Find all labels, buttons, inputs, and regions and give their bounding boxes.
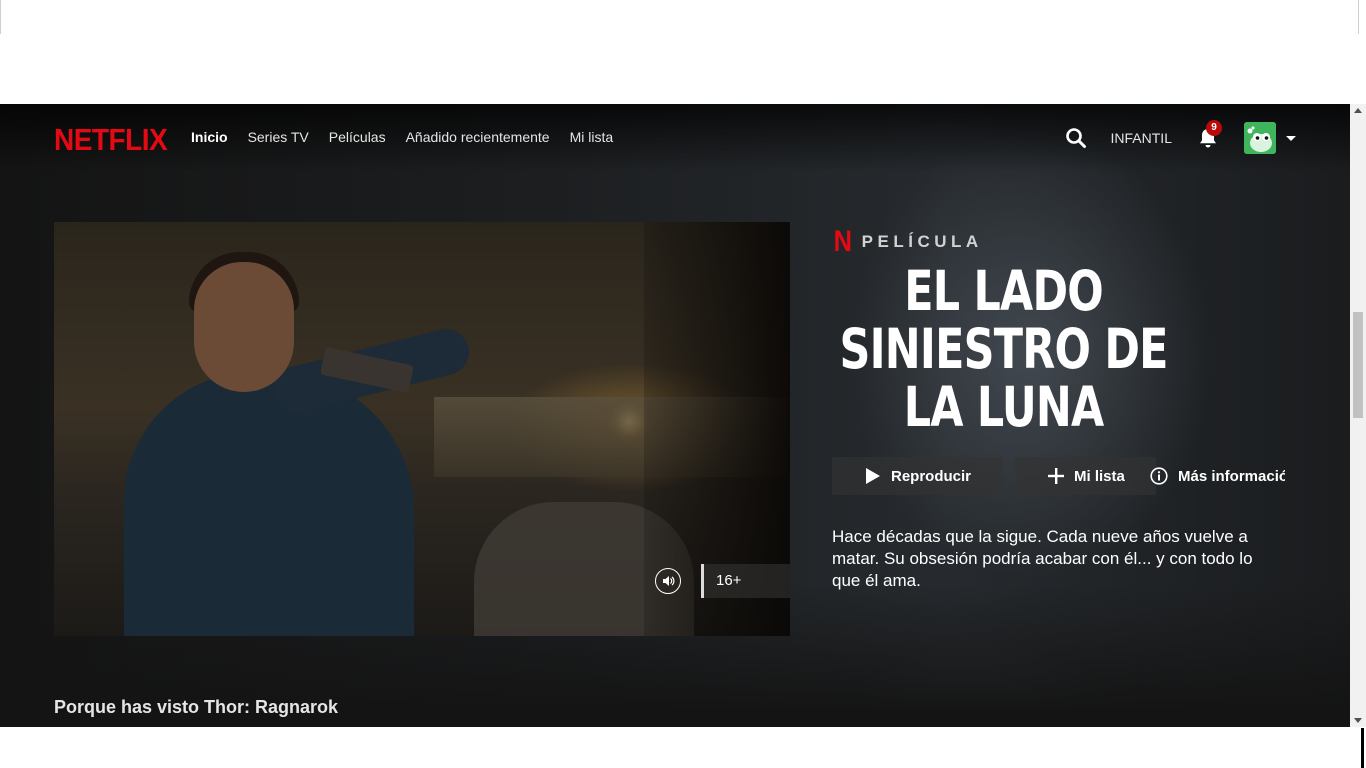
title-line-3: LA LUNA — [903, 375, 1105, 439]
scroll-down-arrow-icon[interactable] — [1354, 718, 1362, 723]
nav-link-mi-lista[interactable]: Mi lista — [570, 129, 614, 145]
nav-link-anadido-recientemente[interactable]: Añadido recientemente — [406, 129, 550, 145]
hero-info: N PELÍCULA EL LADO SINIESTRO DE LA LUNA … — [832, 222, 1292, 590]
play-button-label: Reproducir — [891, 467, 972, 485]
title-logo: EL LADO SINIESTRO DE LA LUNA — [832, 262, 1175, 436]
scroll-thumb[interactable] — [1353, 312, 1363, 418]
synopsis: Hace décadas que la sigue. Cada nueve añ… — [832, 527, 1253, 590]
info-icon — [1150, 467, 1168, 485]
scroll-up-arrow-icon[interactable] — [1354, 108, 1362, 113]
nav-link-inicio[interactable]: Inicio — [191, 129, 228, 145]
search-icon[interactable] — [1065, 127, 1087, 149]
primary-nav: Inicio Series TV Películas Añadido recie… — [191, 129, 613, 145]
netflix-n-logo: N — [833, 225, 853, 258]
mute-button[interactable] — [655, 568, 681, 594]
scene-figure-body — [124, 372, 414, 636]
top-navbar: NETFLIX Inicio Series TV Películas Añadi… — [0, 104, 1350, 172]
browser-top-area — [0, 0, 1366, 104]
notification-badge: 9 — [1206, 120, 1222, 136]
avatar[interactable] — [1244, 122, 1276, 154]
notifications-button[interactable]: 9 — [1196, 120, 1222, 150]
play-icon — [865, 467, 881, 485]
nav-link-peliculas[interactable]: Películas — [329, 129, 386, 145]
kids-link[interactable]: INFANTIL — [1111, 130, 1172, 146]
netflix-logo[interactable]: NETFLIX — [54, 122, 168, 157]
hero-buttons: Reproducir Mi lista Más información — [832, 457, 1285, 495]
nav-link-series-tv[interactable]: Series TV — [248, 129, 309, 145]
maturity-rating: 16+ — [701, 564, 790, 598]
page-scrollbar[interactable] — [1350, 104, 1366, 727]
row-title[interactable]: Porque has visto Thor: Ragnarok — [54, 697, 338, 718]
plus-icon — [1048, 468, 1064, 484]
caret-down-icon[interactable] — [1286, 135, 1296, 141]
add-to-list-label: Mi lista — [1074, 467, 1125, 485]
scene-figure-head — [194, 262, 294, 392]
more-info-button[interactable]: Más información — [1135, 457, 1285, 495]
frame-line-right — [1358, 0, 1359, 34]
browser-bottom-area — [0, 727, 1366, 768]
volume-icon — [663, 576, 675, 586]
secondary-nav: INFANTIL 9 — [1065, 120, 1296, 155]
netflix-viewport: NETFLIX Inicio Series TV Películas Añadi… — [0, 104, 1350, 727]
bottom-edge-mark — [1361, 728, 1364, 768]
frame-line-left — [0, 0, 1, 34]
play-button[interactable]: Reproducir — [832, 457, 1003, 495]
more-info-label: Más información — [1178, 467, 1285, 485]
title-line-2: SINIESTRO DE — [839, 317, 1169, 381]
title-type-row: N PELÍCULA — [832, 222, 1292, 262]
title-line-1: EL LADO — [904, 259, 1104, 323]
hero-video[interactable]: 16+ — [54, 222, 790, 636]
title-type-label: PELÍCULA — [861, 232, 983, 251]
